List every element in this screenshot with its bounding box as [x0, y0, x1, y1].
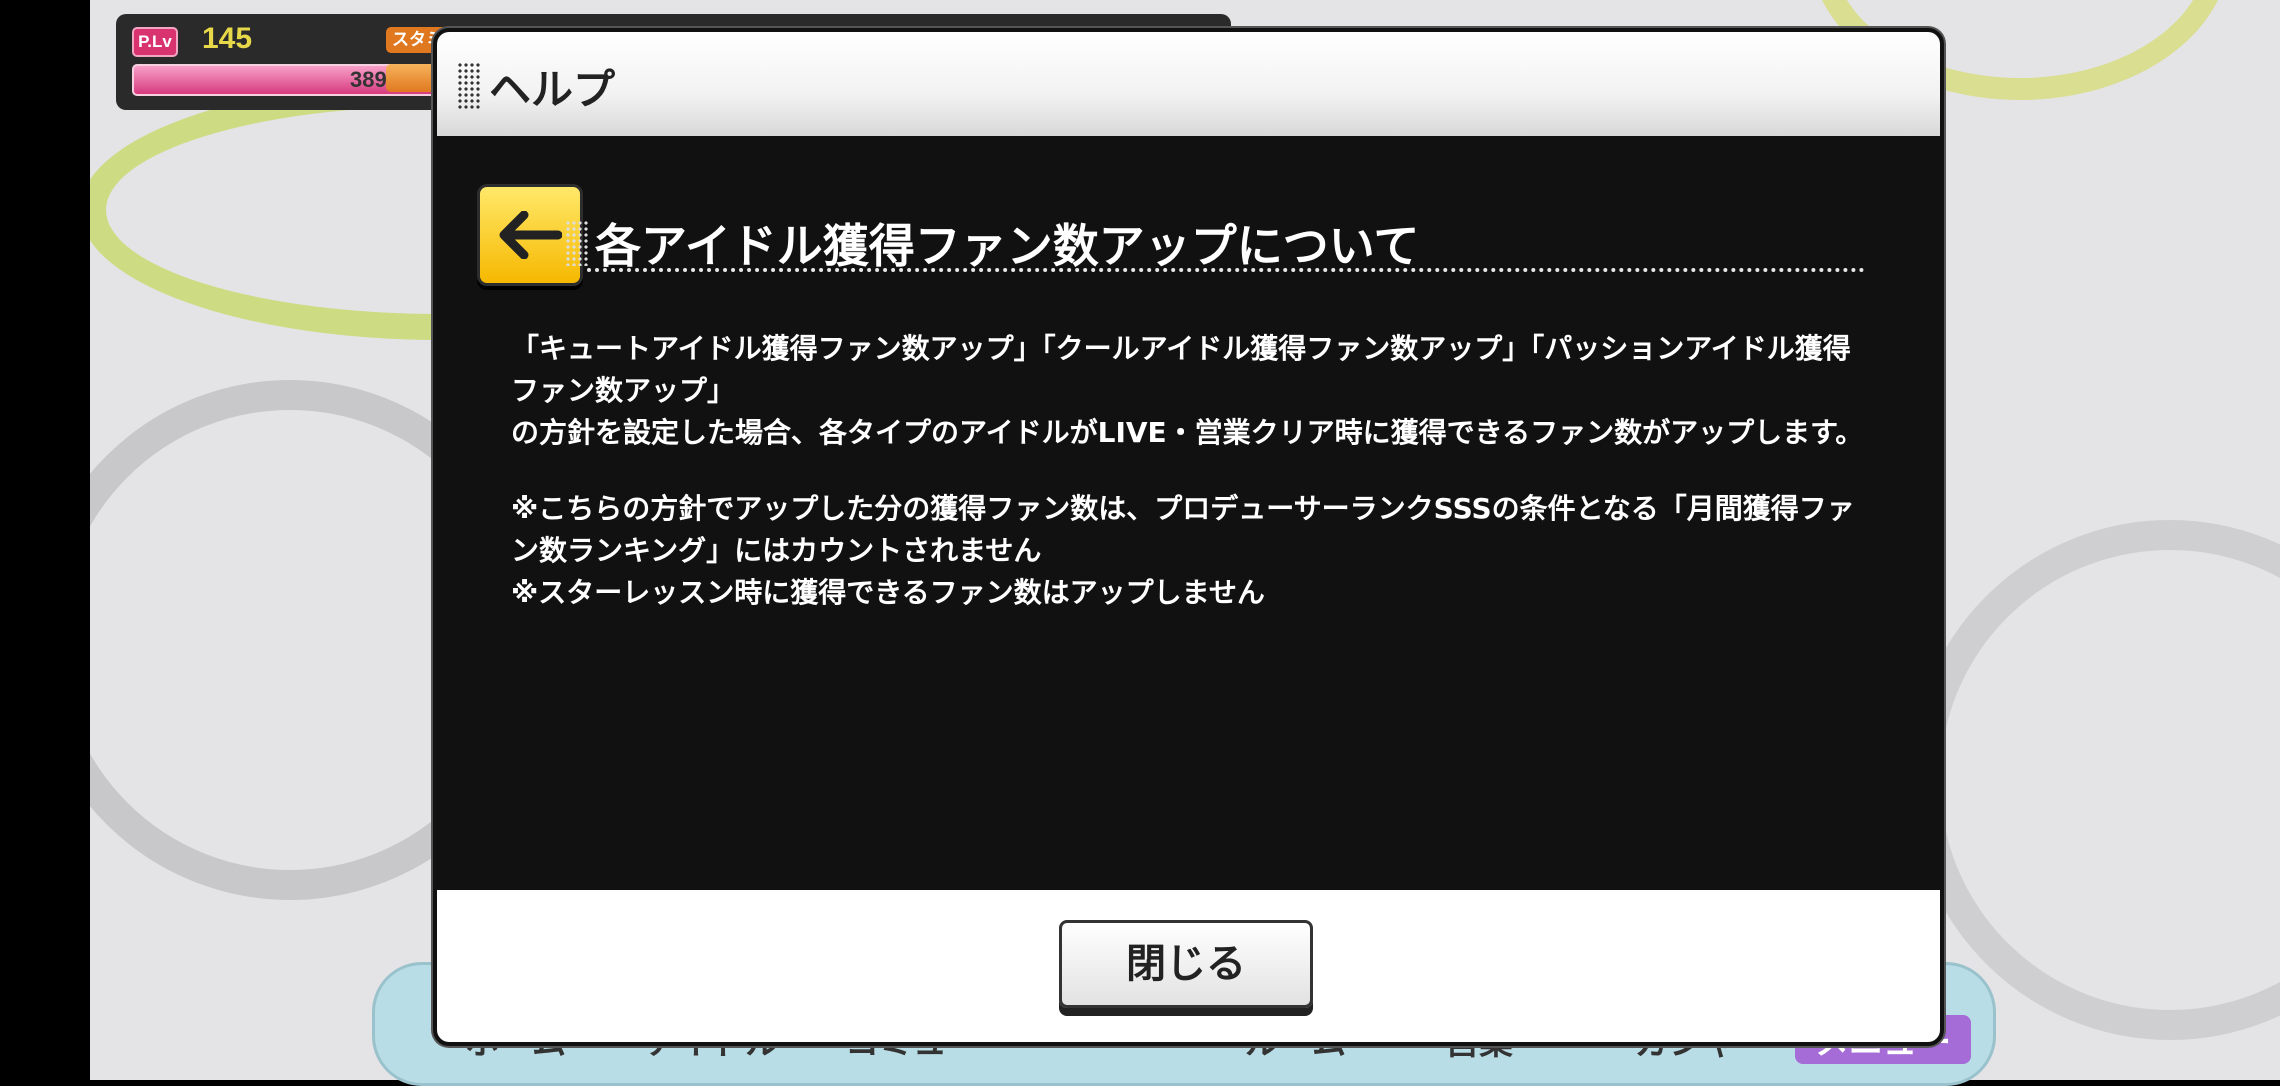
dot-grid-icon [457, 62, 481, 110]
help-text: 「キュートアイドル獲得ファン数アップ」「クールアイドル獲得ファン数アップ」「パッ… [511, 328, 1871, 614]
bg-ring-gray-right [1910, 520, 2280, 1040]
section-title: 各アイドル獲得ファン数アップについて [595, 219, 1420, 273]
modal-title: ヘルプ [489, 65, 616, 114]
note-line: ※スターレッスン時に獲得できるファン数はアップしません [511, 576, 1265, 609]
title-underline [587, 268, 1865, 272]
note-line: ※こちらの方針でアップした分の獲得ファン数は、プロデューサーランクSSSの条件と… [511, 492, 1855, 567]
modal-footer: 閉じる [437, 890, 1940, 1042]
dot-grid-icon [565, 220, 589, 266]
modal-header: ヘルプ [437, 32, 1940, 136]
player-level: 145 [202, 22, 253, 55]
left-arrow-icon [499, 211, 562, 259]
modal-body: 各アイドル獲得ファン数アップについて 「キュートアイドル獲得ファン数アップ」「ク… [455, 154, 1919, 872]
close-button[interactable]: 閉じる [1059, 920, 1313, 1008]
paragraph-line: の方針を設定した場合、各タイプのアイドルがLIVE・営業クリア時に獲得できるファ… [511, 416, 1864, 449]
help-modal: ヘルプ 各アイドル獲得ファン数アップについて 「キュートアイドル獲得ファン数アッ… [433, 28, 1944, 1046]
plv-badge: P.Lv [132, 27, 178, 57]
paragraph-line: 「キュートアイドル獲得ファン数アップ」「クールアイドル獲得ファン数アップ」「パッ… [511, 332, 1851, 407]
